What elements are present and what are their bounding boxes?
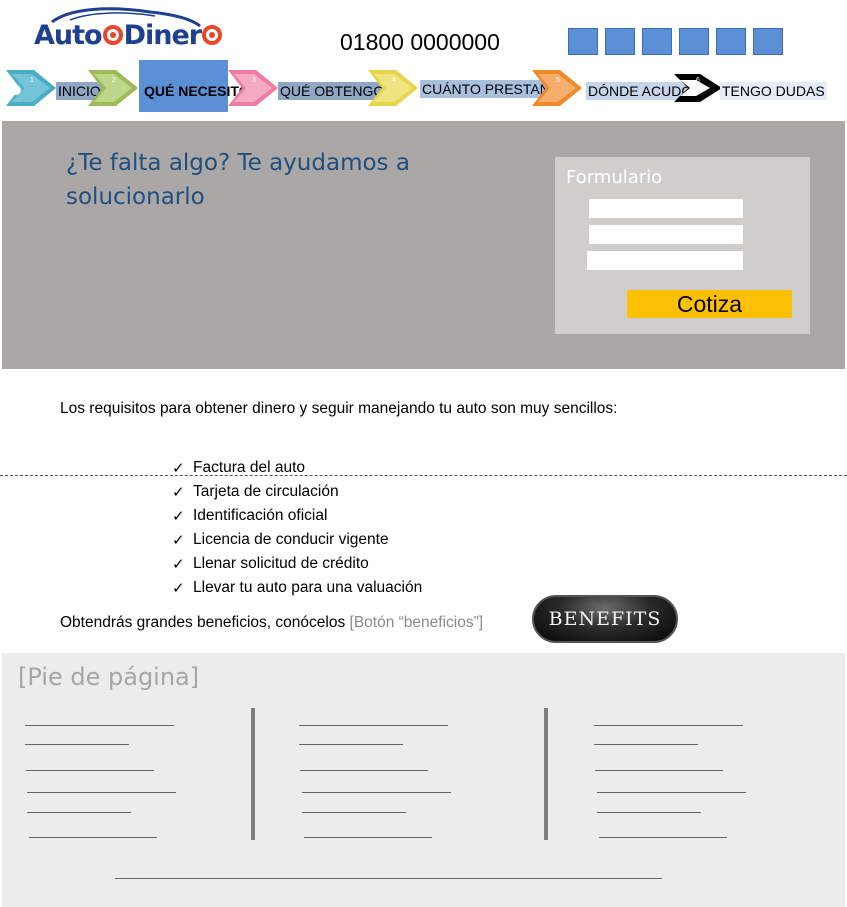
hero-title: ¿Te falta algo? Te ayudamos a solucionar… <box>66 150 410 210</box>
nav-item-tengo-dudas[interactable]: 6 TENGO DUDAS <box>674 70 834 106</box>
list-item: ✓ Identificación oficial <box>172 504 422 528</box>
footer-bottom-rule <box>115 878 662 879</box>
list-item: ✓ Llenar solicitud de crédito <box>172 552 422 576</box>
benefits-text: Obtendrás grandes beneficios, conócelos … <box>60 614 484 631</box>
step-5-arrow-icon: 5 <box>532 70 582 106</box>
dashed-divider <box>0 475 847 476</box>
wheel-icon <box>202 25 223 45</box>
footer-link[interactable] <box>597 792 746 793</box>
footer-link[interactable] <box>597 812 701 813</box>
footer-column-divider <box>544 708 548 840</box>
phone-number: 01800 0000000 <box>340 29 500 55</box>
footer-link[interactable] <box>25 744 129 745</box>
svg-text:5: 5 <box>556 77 560 84</box>
footer-link[interactable] <box>302 812 406 813</box>
footer-link[interactable] <box>594 725 743 726</box>
footer-link[interactable] <box>25 725 174 726</box>
step-1-arrow-icon: 1 <box>6 70 56 106</box>
social-icon-2[interactable] <box>605 28 635 55</box>
benefits-note: [Botón “beneficios”] <box>349 614 484 631</box>
list-item: ✓ Llevar tu auto para una valuación <box>172 576 422 600</box>
footer: [Pie de página] <box>2 653 845 907</box>
form-title: Formulario <box>566 167 663 188</box>
social-icon-5[interactable] <box>716 28 746 55</box>
social-icon-1[interactable] <box>568 28 598 55</box>
footer-link[interactable] <box>599 837 727 838</box>
nav-label-tengo-dudas: TENGO DUDAS <box>720 82 827 100</box>
nav-item-cuanto-prestan[interactable]: 4 CUÁNTO PRESTAN <box>368 70 552 106</box>
footer-column-divider <box>251 708 255 840</box>
social-icon-3[interactable] <box>642 28 672 55</box>
footer-link[interactable] <box>300 770 428 771</box>
svg-text:1: 1 <box>30 77 34 84</box>
quote-form: Formulario Cotiza <box>555 157 810 334</box>
nav-item-que-necesito[interactable]: 2 QUÉ NECESITO <box>88 70 250 106</box>
step-3-arrow-icon: 3 <box>228 70 278 106</box>
step-6-arrow-icon: 6 <box>674 74 722 102</box>
footer-link[interactable] <box>26 770 154 771</box>
svg-text:3: 3 <box>252 77 256 84</box>
footer-link[interactable] <box>29 837 157 838</box>
wheel-icon <box>102 25 123 45</box>
step-4-arrow-icon: 4 <box>368 70 418 106</box>
nav-item-donde-acudo[interactable]: 5 DÓNDE ACUDO <box>532 70 695 106</box>
logo-wordmark: Auto Diner <box>34 20 223 51</box>
check-icon: ✓ <box>172 531 185 549</box>
footer-link[interactable] <box>595 770 723 771</box>
check-icon: ✓ <box>172 507 185 525</box>
requirements-list: ✓ Factura del auto ✓ Tarjeta de circulació… <box>172 456 422 600</box>
svg-text:4: 4 <box>392 77 396 84</box>
check-icon: ✓ <box>172 555 185 573</box>
brand-logo[interactable]: Auto Diner <box>30 4 223 54</box>
nav-item-que-obtengo[interactable]: 3 QUÉ OBTENGO <box>228 70 388 106</box>
requirements-intro: Los requisitos para obtener dinero y seg… <box>60 400 618 417</box>
list-item: ✓ Licencia de conducir vigente <box>172 528 422 552</box>
svg-text:2: 2 <box>112 77 116 84</box>
social-icon-6[interactable] <box>753 28 783 55</box>
footer-link[interactable] <box>304 837 432 838</box>
footer-link[interactable] <box>27 792 176 793</box>
footer-link[interactable] <box>302 792 451 793</box>
footer-link[interactable] <box>299 744 403 745</box>
list-item: ✓ Tarjeta de circulación <box>172 480 422 504</box>
check-icon: ✓ <box>172 579 185 597</box>
benefits-button[interactable]: BENEFITS <box>532 595 678 643</box>
form-field-3[interactable] <box>587 251 743 270</box>
social-links <box>568 28 783 55</box>
cotiza-button[interactable]: Cotiza <box>627 290 792 318</box>
footer-link[interactable] <box>594 744 698 745</box>
check-icon: ✓ <box>172 459 185 477</box>
footer-link[interactable] <box>299 725 448 726</box>
svg-text:6: 6 <box>696 77 700 84</box>
check-icon: ✓ <box>172 483 185 501</box>
form-field-2[interactable] <box>589 225 743 244</box>
list-item: ✓ Factura del auto <box>172 456 422 480</box>
social-icon-4[interactable] <box>679 28 709 55</box>
main-nav: 1 INICIO 2 QUÉ NECESITO 3 QUÉ OBTENGO 4 … <box>0 60 847 112</box>
footer-title: [Pie de página] <box>18 663 200 691</box>
footer-link[interactable] <box>27 812 131 813</box>
step-2-arrow-icon: 2 <box>88 70 138 106</box>
form-field-1[interactable] <box>589 199 743 218</box>
